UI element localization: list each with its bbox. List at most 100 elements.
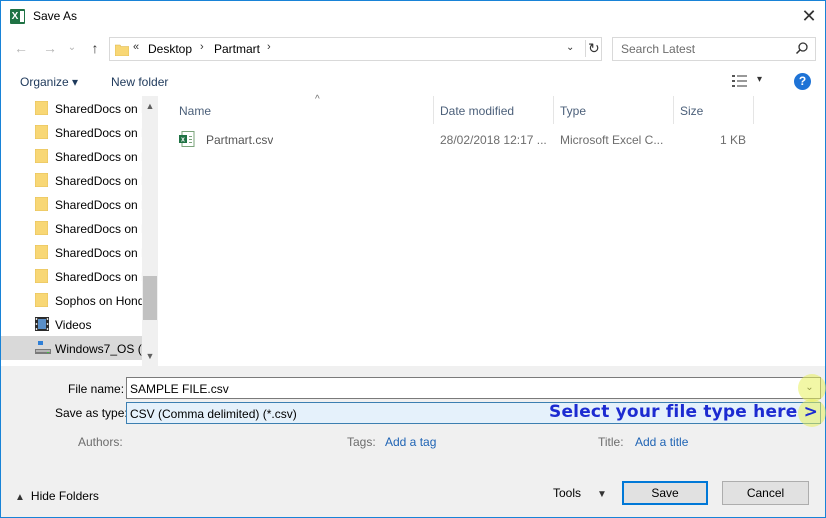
organize-button[interactable]: Organize ▾: [20, 75, 78, 89]
breadcrumb-partmart[interactable]: Partmart: [214, 42, 260, 56]
folder-icon: [34, 100, 49, 118]
sidebar-item-label: SharedDocs on H: [55, 198, 142, 212]
cancel-button[interactable]: Cancel: [722, 481, 809, 505]
folder-icon: [34, 220, 49, 238]
breadcrumb-desktop[interactable]: Desktop: [148, 42, 192, 56]
breadcrumb-separator[interactable]: ›: [267, 41, 271, 53]
close-button[interactable]: ✕: [793, 1, 825, 32]
column-header-label: Date modified: [440, 104, 515, 118]
sidebar-item-label: Sophos on Hond: [55, 294, 142, 308]
sidebar-item-videos[interactable]: Videos: [1, 312, 142, 336]
sidebar-item-label: Windows7_OS (C: [55, 342, 142, 356]
file-list: Name ^ Date modified Type Size x Partmar…: [158, 94, 825, 366]
file-name: Partmart.csv: [206, 133, 274, 147]
hide-folders-label: Hide Folders: [30, 489, 99, 503]
excel-icon: [10, 9, 25, 24]
folder-icon: [34, 148, 49, 166]
column-header-name[interactable]: Name ^: [173, 94, 434, 124]
file-name-label: File name:: [68, 382, 125, 396]
back-button[interactable]: ←: [11, 38, 31, 58]
file-name-input[interactable]: SAMPLE FILE.csv ⌄: [126, 377, 821, 399]
recent-locations-button[interactable]: ⌄: [62, 38, 82, 58]
breadcrumb-overflow[interactable]: «: [133, 41, 139, 53]
search-placeholder: Search Latest: [621, 42, 696, 56]
csv-file-icon: x: [179, 131, 195, 150]
address-row: ← → ⌄ ↑ « Desktop › Partmart › ⌄ ↻ Searc…: [1, 34, 825, 64]
sidebar-item-label: SharedDocs on H: [55, 246, 142, 260]
column-header-label: Name: [179, 104, 212, 118]
help-icon[interactable]: ?: [794, 73, 811, 90]
forward-button[interactable]: →: [40, 38, 60, 58]
file-date-modified: 28/02/2018 12:17 ...: [440, 133, 547, 147]
sidebar-item-label: Videos: [55, 318, 92, 332]
folder-icon: [34, 124, 49, 142]
address-dropdown-icon[interactable]: ⌄: [566, 42, 574, 53]
file-name-value: SAMPLE FILE.csv: [130, 382, 229, 396]
add-title-link[interactable]: Add a title: [635, 435, 688, 449]
svg-text:x: x: [181, 137, 185, 144]
column-header-size[interactable]: Size: [674, 96, 754, 124]
callout-annotation: Select your file type here >: [549, 402, 819, 422]
drive-icon: [35, 341, 51, 358]
save-type-label: Save as type:: [55, 406, 128, 420]
refresh-icon[interactable]: ↻: [585, 40, 601, 57]
view-options-icon[interactable]: [732, 74, 750, 91]
search-icon: [795, 41, 809, 58]
folder-icon: [34, 244, 49, 262]
file-size: 1 KB: [719, 133, 746, 147]
window-title: Save As: [33, 9, 78, 23]
authors-label: Authors:: [78, 435, 123, 449]
tags-label: Tags:: [347, 435, 376, 449]
navigation-pane: SharedDocs on H SharedDocs on H SharedDo…: [1, 96, 158, 366]
organize-label: Organize: [20, 75, 69, 89]
tools-label: Tools: [553, 486, 582, 500]
up-button[interactable]: ↑: [85, 38, 105, 58]
sidebar-item-shareddocs-4[interactable]: SharedDocs on H: [1, 168, 142, 192]
sidebar-item-shareddocs-3[interactable]: SharedDocs on H: [1, 144, 142, 168]
folder-icon: [114, 43, 130, 59]
column-header-label: Size: [680, 104, 704, 118]
title-label: Title:: [598, 435, 624, 449]
highlight-marker: [798, 374, 826, 402]
save-type-value: CSV (Comma delimited) (*.csv): [130, 407, 297, 421]
sidebar-item-shareddocs-7[interactable]: SharedDocs on H: [1, 240, 142, 264]
breadcrumb-separator[interactable]: ›: [200, 41, 204, 53]
add-tag-link[interactable]: Add a tag: [385, 435, 436, 449]
sidebar-item-label: SharedDocs on H: [55, 126, 142, 140]
save-button[interactable]: Save: [622, 481, 708, 505]
sidebar-item-shareddocs-6[interactable]: SharedDocs on H: [1, 216, 142, 240]
search-box[interactable]: Search Latest: [612, 37, 816, 61]
column-header-date-modified[interactable]: Date modified: [434, 96, 554, 124]
sidebar-item-shareddocs-5[interactable]: SharedDocs on H: [1, 192, 142, 216]
new-folder-button[interactable]: New folder: [111, 75, 168, 89]
sidebar-item-sophos[interactable]: Sophos on Hond: [1, 288, 142, 312]
navigation-scrollbar[interactable]: ▲ ▼: [142, 96, 158, 366]
file-row[interactable]: x Partmart.csv 28/02/2018 12:17 ... Micr…: [158, 128, 825, 150]
folder-icon: [34, 196, 49, 214]
hide-folders-button[interactable]: ▲ Hide Folders: [15, 489, 99, 503]
sidebar-item-shareddocs-1[interactable]: SharedDocs on H: [1, 96, 142, 120]
sidebar-item-label: SharedDocs on H: [55, 174, 142, 188]
sidebar-item-label: SharedDocs on H: [55, 150, 142, 164]
folder-icon: [34, 268, 49, 286]
tools-button[interactable]: Tools ▼: [553, 486, 607, 500]
view-dropdown-icon[interactable]: ▾: [757, 74, 762, 85]
sidebar-item-shareddocs-8[interactable]: SharedDocs on N: [1, 264, 142, 288]
chevron-down-icon: ▼: [597, 489, 607, 500]
folder-icon: [34, 172, 49, 190]
address-bar[interactable]: « Desktop › Partmart › ⌄ ↻: [109, 37, 602, 61]
scroll-down-icon[interactable]: ▼: [142, 348, 158, 364]
chevron-up-icon: ▲: [15, 492, 25, 503]
sidebar-item-windows7-os[interactable]: Windows7_OS (C: [1, 336, 142, 360]
scroll-up-icon[interactable]: ▲: [142, 98, 158, 114]
column-header-type[interactable]: Type: [554, 96, 674, 124]
save-options-panel: File name: SAMPLE FILE.csv ⌄ Save as typ…: [1, 366, 826, 517]
sort-ascending-icon: ^: [315, 94, 320, 105]
videos-icon: [35, 317, 49, 334]
scrollbar-thumb[interactable]: [143, 276, 157, 320]
folder-icon: [34, 292, 49, 310]
sidebar-item-label: SharedDocs on N: [55, 270, 142, 284]
sidebar-item-label: SharedDocs on H: [55, 222, 142, 236]
sidebar-item-shareddocs-2[interactable]: SharedDocs on H: [1, 120, 142, 144]
command-bar: Organize ▾ New folder ▾ ?: [1, 68, 825, 96]
